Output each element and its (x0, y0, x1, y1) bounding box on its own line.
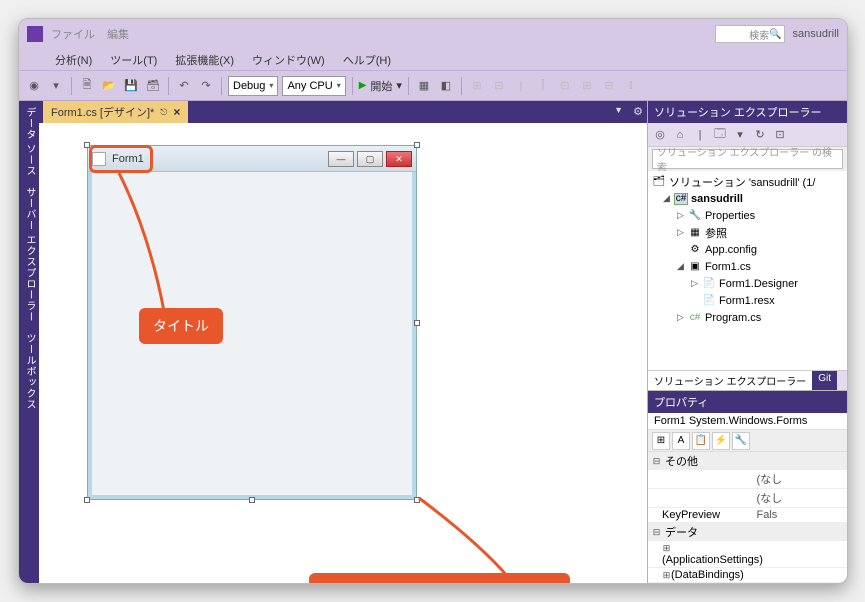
start-button[interactable]: ▶開始 ▾ (359, 78, 402, 94)
menu-extensions[interactable]: 拡張機能(X) (175, 52, 234, 68)
resize-handle[interactable] (414, 497, 420, 503)
home-icon[interactable]: ⌂ (672, 127, 688, 143)
menu-analyze[interactable]: 分析(N) (55, 52, 92, 68)
props-icon[interactable]: 📋 (692, 432, 710, 450)
properties-grid[interactable]: ⊟その他 (なし (なし KeyPreviewFals ⊟データ ⊞(Appli… (648, 452, 847, 583)
nav-back-icon[interactable]: ◉ (25, 77, 43, 95)
resize-handle[interactable] (249, 497, 255, 503)
rail-toolbox[interactable]: ツールボックス (21, 333, 37, 410)
tab-dropdown-icon[interactable]: ▼ (614, 105, 623, 115)
solution-panel-tabs: ソリューション エクスプローラー Git (648, 370, 847, 390)
resize-handle[interactable] (414, 320, 420, 326)
titlebar: ファイル編集 検索 🔍 sansudrill (19, 19, 847, 49)
filter-icon[interactable]: ▾ (732, 127, 748, 143)
alpha-icon[interactable]: A (672, 432, 690, 450)
vs-logo-icon (27, 26, 43, 42)
toolbar: ◉ ▾ 🗎 📂 💾 🗃 ↶ ↷ Debug Any CPU ▶開始 ▾ ▦ ◧ … (19, 71, 847, 101)
save-all-icon[interactable]: 🗃 (144, 77, 162, 95)
new-file-icon[interactable]: 🗎 (78, 77, 96, 95)
properties-panel: プロパティ Form1 System.Windows.Forms ⊞ A 📋 ⚡… (648, 390, 847, 583)
properties-toolbar: ⊞ A 📋 ⚡ 🔧 (648, 430, 847, 452)
sync-icon[interactable]: 🗔 (712, 127, 728, 143)
menu-window[interactable]: ウィンドウ(W) (252, 52, 325, 68)
minimize-icon[interactable]: — (328, 151, 354, 167)
tab-git[interactable]: Git (812, 371, 837, 390)
close-icon[interactable]: ✕ (386, 151, 412, 167)
redo-icon[interactable]: ↷ (197, 77, 215, 95)
close-icon[interactable]: × (173, 105, 180, 119)
save-icon[interactable]: 💾 (122, 77, 140, 95)
vs-window: ファイル編集 検索 🔍 sansudrill 分析(N) ツール(T) 拡張機能… (18, 18, 848, 584)
undo-icon[interactable]: ↶ (175, 77, 193, 95)
annotation-callout-resize: フォームのサイズを適当な大きさに変更 (309, 573, 570, 583)
properties-header: プロパティ (648, 391, 847, 413)
toolbar-icon[interactable]: ▦ (415, 77, 433, 95)
maximize-icon[interactable]: ▢ (357, 151, 383, 167)
solution-explorer-header: ソリューション エクスプローラー (648, 101, 847, 123)
play-icon: ▶ (359, 80, 367, 91)
search-input[interactable]: 検索 🔍 (715, 25, 785, 43)
rail-datasources[interactable]: データ ソース (21, 107, 37, 177)
document-area: Form1.cs [デザイン]* ⎋ × ▼ ⚙ Form1 — ▢ ✕ (39, 101, 647, 583)
platform-combo[interactable]: Any CPU (282, 76, 345, 96)
menubar: 分析(N) ツール(T) 拡張機能(X) ウィンドウ(W) ヘルプ(H) (19, 49, 847, 71)
tab-form1-design[interactable]: Form1.cs [デザイン]* ⎋ × (43, 101, 188, 123)
config-icon: ⚙ (688, 244, 702, 256)
refresh-icon[interactable]: ↻ (752, 127, 768, 143)
wrench-icon: 🔧 (688, 210, 702, 222)
tab-solution-explorer[interactable]: ソリューション エクスプローラー (648, 371, 812, 390)
right-column: ソリューション エクスプローラー ◎ ⌂ | 🗔 ▾ ↻ ⊡ ソリューション エ… (647, 101, 847, 583)
annotation-box (89, 145, 153, 173)
rail-server-explorer[interactable]: サーバー エクスプローラー (21, 187, 37, 323)
solution-tree[interactable]: 🗂ソリューション 'sansudrill' (1/ ◢c#sansudrill … (648, 171, 847, 370)
cs-file-icon: 📄 (702, 278, 716, 290)
toolbar-icon[interactable]: ◧ (437, 77, 455, 95)
events-icon[interactable]: ⚡ (712, 432, 730, 450)
gear-icon[interactable]: ⚙ (633, 105, 643, 118)
tabstrip: Form1.cs [デザイン]* ⎋ × ▼ ⚙ (39, 101, 647, 123)
left-tool-rail: データ ソース サーバー エクスプローラー ツールボックス (19, 101, 39, 583)
config-combo[interactable]: Debug (228, 76, 278, 96)
designer-surface[interactable]: Form1 — ▢ ✕ (39, 123, 647, 583)
categorize-icon[interactable]: ⊞ (652, 432, 670, 450)
properties-target[interactable]: Form1 System.Windows.Forms (648, 413, 847, 430)
solution-search-input[interactable]: ソリューション エクスプローラー の検索 (652, 149, 843, 169)
titlebar-truncated-menus: ファイル編集 (51, 26, 715, 42)
annotation-callout-title: タイトル (139, 308, 223, 344)
home-icon[interactable]: ◎ (652, 127, 668, 143)
resx-file-icon: 📄 (702, 295, 716, 307)
menu-tools[interactable]: ツール(T) (110, 52, 157, 68)
user-label[interactable]: sansudrill (793, 28, 839, 40)
menu-help[interactable]: ヘルプ(H) (343, 52, 391, 68)
pin-icon[interactable]: ⎋ (160, 107, 167, 118)
nav-fwd-icon[interactable]: ▾ (47, 77, 65, 95)
collapse-icon[interactable]: ⊡ (772, 127, 788, 143)
wrench-icon[interactable]: 🔧 (732, 432, 750, 450)
open-icon[interactable]: 📂 (100, 77, 118, 95)
form-file-icon: ▣ (688, 261, 702, 273)
references-icon: ▦ (688, 227, 702, 239)
form-preview[interactable]: Form1 — ▢ ✕ (87, 145, 417, 500)
solution-icon: 🗂 (652, 176, 666, 188)
